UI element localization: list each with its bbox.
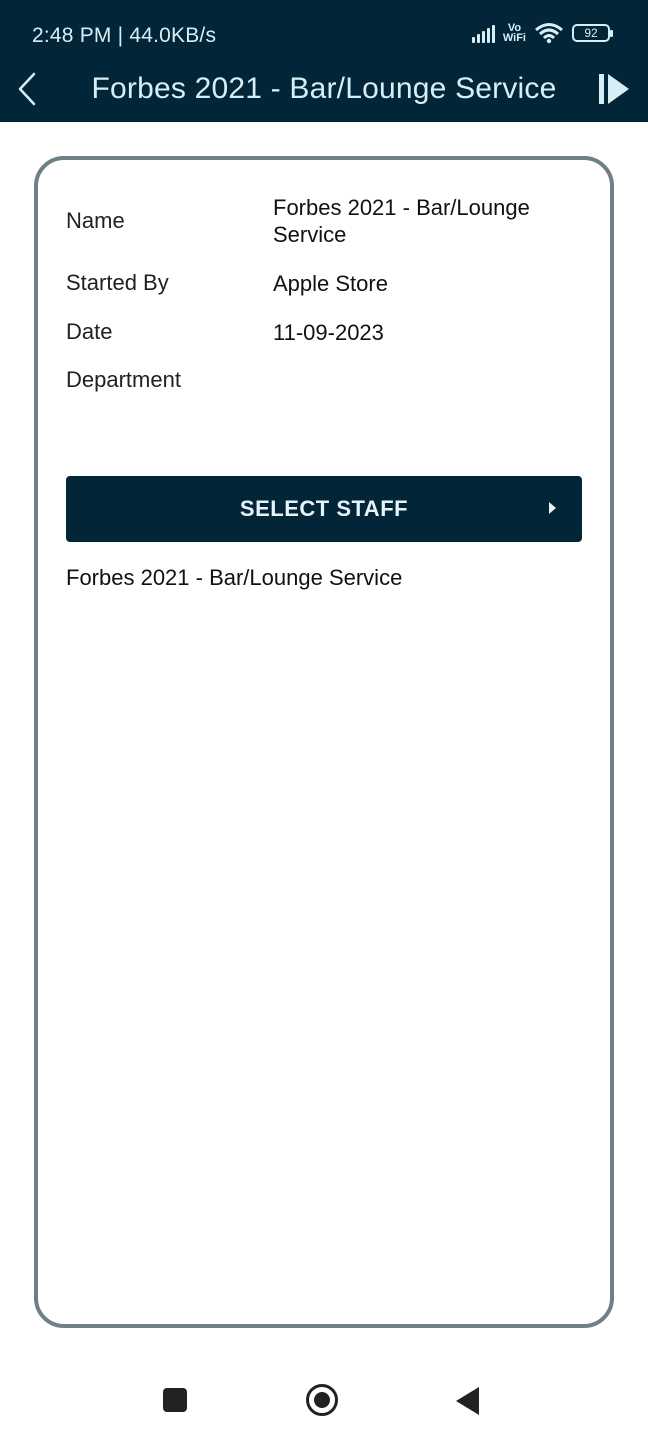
vowifi-icon: Vo WiFi bbox=[502, 23, 526, 44]
page-title: Forbes 2021 - Bar/Lounge Service bbox=[91, 72, 557, 105]
recents-button[interactable] bbox=[163, 1388, 187, 1412]
department-label: Department bbox=[66, 367, 181, 392]
name-value: Forbes 2021 - Bar/Lounge Service bbox=[273, 195, 530, 247]
staff-list-item[interactable]: Forbes 2021 - Bar/Lounge Service bbox=[66, 565, 402, 591]
skip-next-button[interactable] bbox=[598, 71, 630, 107]
status-time-speed: 2:48 PM | 44.0KB/s bbox=[32, 24, 217, 47]
details-card: Name Forbes 2021 - Bar/Lounge Service St… bbox=[34, 156, 614, 1328]
home-button[interactable] bbox=[306, 1384, 338, 1416]
date-value: 11-09-2023 bbox=[273, 320, 384, 345]
vowifi-bottom: WiFi bbox=[502, 32, 526, 44]
started-by-value: Apple Store bbox=[273, 271, 388, 296]
select-staff-button[interactable]: SELECT STAFF bbox=[66, 476, 582, 542]
wifi-icon bbox=[535, 23, 563, 44]
caret-right-icon bbox=[549, 502, 556, 514]
app-bar: Forbes 2021 - Bar/Lounge Service bbox=[0, 60, 648, 122]
system-nav-bar bbox=[0, 1360, 648, 1440]
started-by-label: Started By bbox=[66, 270, 169, 295]
name-label: Name bbox=[66, 208, 125, 233]
battery-level: 92 bbox=[584, 26, 598, 40]
date-label: Date bbox=[66, 319, 113, 344]
status-bar: 2:48 PM | 44.0KB/s Vo WiFi 92 bbox=[0, 0, 648, 60]
battery-icon: 92 bbox=[572, 24, 613, 42]
cell-signal-icon bbox=[471, 23, 495, 43]
system-back-button[interactable] bbox=[456, 1387, 479, 1415]
status-icons: Vo WiFi 92 bbox=[471, 22, 613, 44]
select-staff-label: SELECT STAFF bbox=[239, 496, 409, 521]
